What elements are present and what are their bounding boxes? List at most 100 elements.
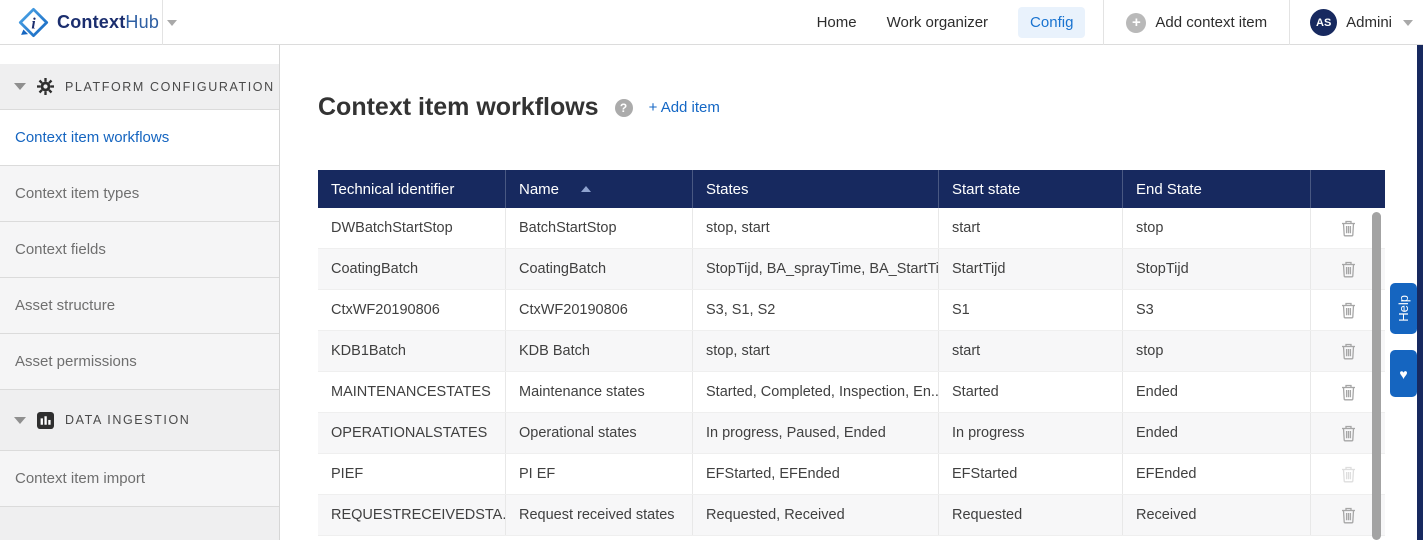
column-header-label: Start state [952, 180, 1021, 198]
table-row[interactable]: PIEF PI EF EFStarted, EFEnded EFStarted EFEn… [318, 454, 1385, 495]
trash-icon [1341, 302, 1355, 318]
contexthub-logo-icon: i [18, 7, 49, 38]
table-row[interactable]: REQUESTRECEIVEDSTA... Request received st… [318, 495, 1385, 536]
table-header: Technical identifier Name States Start stat… [318, 170, 1385, 208]
brand-logo[interactable]: i ContextHub [18, 0, 178, 45]
cell-end-state: Ended [1122, 413, 1310, 453]
top-navbar: i ContextHub Home Work organizer Config + … [0, 0, 1423, 45]
sidebar-section-header-platform-configuration[interactable]: PLATFORM CONFIGURATION [0, 64, 279, 110]
cell-technical-identifier: PIEF [331, 466, 364, 482]
cell-states: EFStarted, EFEnded [692, 454, 938, 494]
cell-end-state: EFEnded [1122, 454, 1310, 494]
cell-technical-identifier: CoatingBatch [331, 261, 419, 277]
trash-icon [1341, 384, 1355, 400]
plus-icon: + [1126, 12, 1147, 33]
navbar-divider [162, 0, 163, 45]
cell-name: Maintenance states [505, 372, 692, 412]
user-name: Admini [1346, 14, 1392, 31]
column-header-technical-identifier[interactable]: Technical identifier [318, 170, 505, 208]
column-header-end-state[interactable]: End State [1122, 170, 1310, 208]
table-row[interactable]: KDB1Batch KDB Batch stop, start start stop [318, 331, 1385, 372]
trash-icon [1341, 261, 1355, 277]
delete-row-button[interactable] [1341, 425, 1356, 442]
table-row[interactable]: CtxWF20190806 CtxWF20190806 S3, S1, S2 S1 S3 [318, 290, 1385, 331]
delete-row-button[interactable] [1341, 261, 1356, 278]
sort-asc-icon [581, 186, 592, 192]
cell-states: stop, start [692, 208, 938, 248]
cell-name: Operational states [505, 413, 692, 453]
help-question-icon[interactable]: ? [614, 98, 633, 117]
add-context-item-label: Add context item [1155, 14, 1268, 31]
table-row[interactable]: OPERATIONALSTATES Operational states In pr… [318, 413, 1385, 454]
cell-end-state: stop [1122, 331, 1310, 371]
trash-icon [1341, 425, 1355, 441]
cell-technical-identifier: OPERATIONALSTATES [331, 425, 488, 441]
gear-icon [37, 78, 54, 95]
cell-start-state: Requested [938, 495, 1122, 535]
svg-text:i: i [31, 16, 36, 33]
cell-states: StopTijd, BA_sprayTime, BA_StartTi... [692, 249, 938, 289]
sidebar-spacer [0, 45, 279, 64]
sidebar-item-context-item-types[interactable]: Context item types [0, 166, 279, 222]
cell-start-state: StartTijd [938, 249, 1122, 289]
sidebar-next-section-partial [0, 507, 279, 540]
delete-row-button[interactable] [1341, 343, 1356, 360]
column-header-name[interactable]: Name [505, 170, 692, 208]
cell-name: KDB Batch [505, 331, 692, 371]
avatar[interactable]: AS [1310, 9, 1338, 36]
table-row[interactable]: CoatingBatch CoatingBatch StopTijd, BA_spr… [318, 249, 1385, 290]
column-header-start-state[interactable]: Start state [938, 170, 1122, 208]
delete-row-button[interactable] [1341, 302, 1356, 319]
cell-end-state: S3 [1122, 290, 1310, 330]
help-tab[interactable]: Help [1390, 283, 1417, 334]
nav-item-work-organizer[interactable]: Work organizer [887, 14, 988, 31]
delete-row-button[interactable] [1341, 384, 1356, 401]
cell-start-state: start [938, 208, 1122, 248]
trash-icon [1341, 507, 1355, 523]
cell-end-state: Received [1122, 495, 1310, 535]
cell-states: Requested, Received [692, 495, 938, 535]
vertical-scrollbar[interactable] [1372, 212, 1381, 540]
cell-technical-identifier: CtxWF20190806 [331, 302, 440, 318]
cell-end-state: StopTijd [1122, 249, 1310, 289]
collapse-caret-icon[interactable] [14, 416, 26, 424]
brand-name-light: Hub [125, 12, 160, 32]
sidebar-section-header-data-ingestion[interactable]: DATA INGESTION [0, 390, 279, 451]
trash-icon [1341, 466, 1355, 482]
cell-start-state: start [938, 331, 1122, 371]
nav-item-config[interactable]: Config [1018, 7, 1086, 38]
brand-chevron-down-icon[interactable] [167, 19, 178, 26]
column-header-label: States [706, 180, 749, 198]
delete-row-button[interactable] [1341, 507, 1356, 524]
cell-states: Started, Completed, Inspection, En... [692, 372, 938, 412]
delete-row-button[interactable] [1341, 220, 1356, 237]
table-row[interactable]: DWBatchStartStop BatchStartStop stop, star… [318, 208, 1385, 249]
heart-icon: ♥ [1399, 365, 1408, 382]
cell-name: PI EF [505, 454, 692, 494]
table-row[interactable]: MAINTENANCESTATES Maintenance states Start… [318, 372, 1385, 413]
column-header-actions [1310, 170, 1385, 208]
sidebar-item-context-item-import[interactable]: Context item import [0, 451, 279, 507]
column-header-states[interactable]: States [692, 170, 938, 208]
cell-technical-identifier: MAINTENANCESTATES [331, 384, 491, 400]
navbar-divider [1103, 0, 1105, 45]
sidebar-item-asset-permissions[interactable]: Asset permissions [0, 334, 279, 390]
add-context-item-button[interactable]: + Add context item [1126, 12, 1268, 33]
favorite-button[interactable]: ♥ [1390, 350, 1417, 397]
column-header-label: Technical identifier [331, 180, 455, 198]
sidebar-item-context-item-workflows[interactable]: Context item workflows [0, 110, 279, 166]
cell-name: BatchStartStop [505, 208, 692, 248]
nav-item-home[interactable]: Home [817, 14, 857, 31]
sidebar-item-context-fields[interactable]: Context fields [0, 222, 279, 278]
sidebar-section-title: DATA INGESTION [65, 413, 191, 427]
sidebar-item-asset-structure[interactable]: Asset structure [0, 278, 279, 334]
collapse-caret-icon[interactable] [14, 83, 26, 90]
cell-end-state: Ended [1122, 372, 1310, 412]
right-edge-panel-strip [1417, 45, 1423, 540]
user-menu[interactable]: AS Admini [1310, 9, 1413, 36]
cell-name: Request received states [505, 495, 692, 535]
user-menu-chevron-down-icon[interactable] [1403, 19, 1413, 26]
help-tab-label: Help [1396, 295, 1411, 322]
cell-states: In progress, Paused, Ended [692, 413, 938, 453]
add-item-link[interactable]: + Add item [649, 99, 720, 116]
